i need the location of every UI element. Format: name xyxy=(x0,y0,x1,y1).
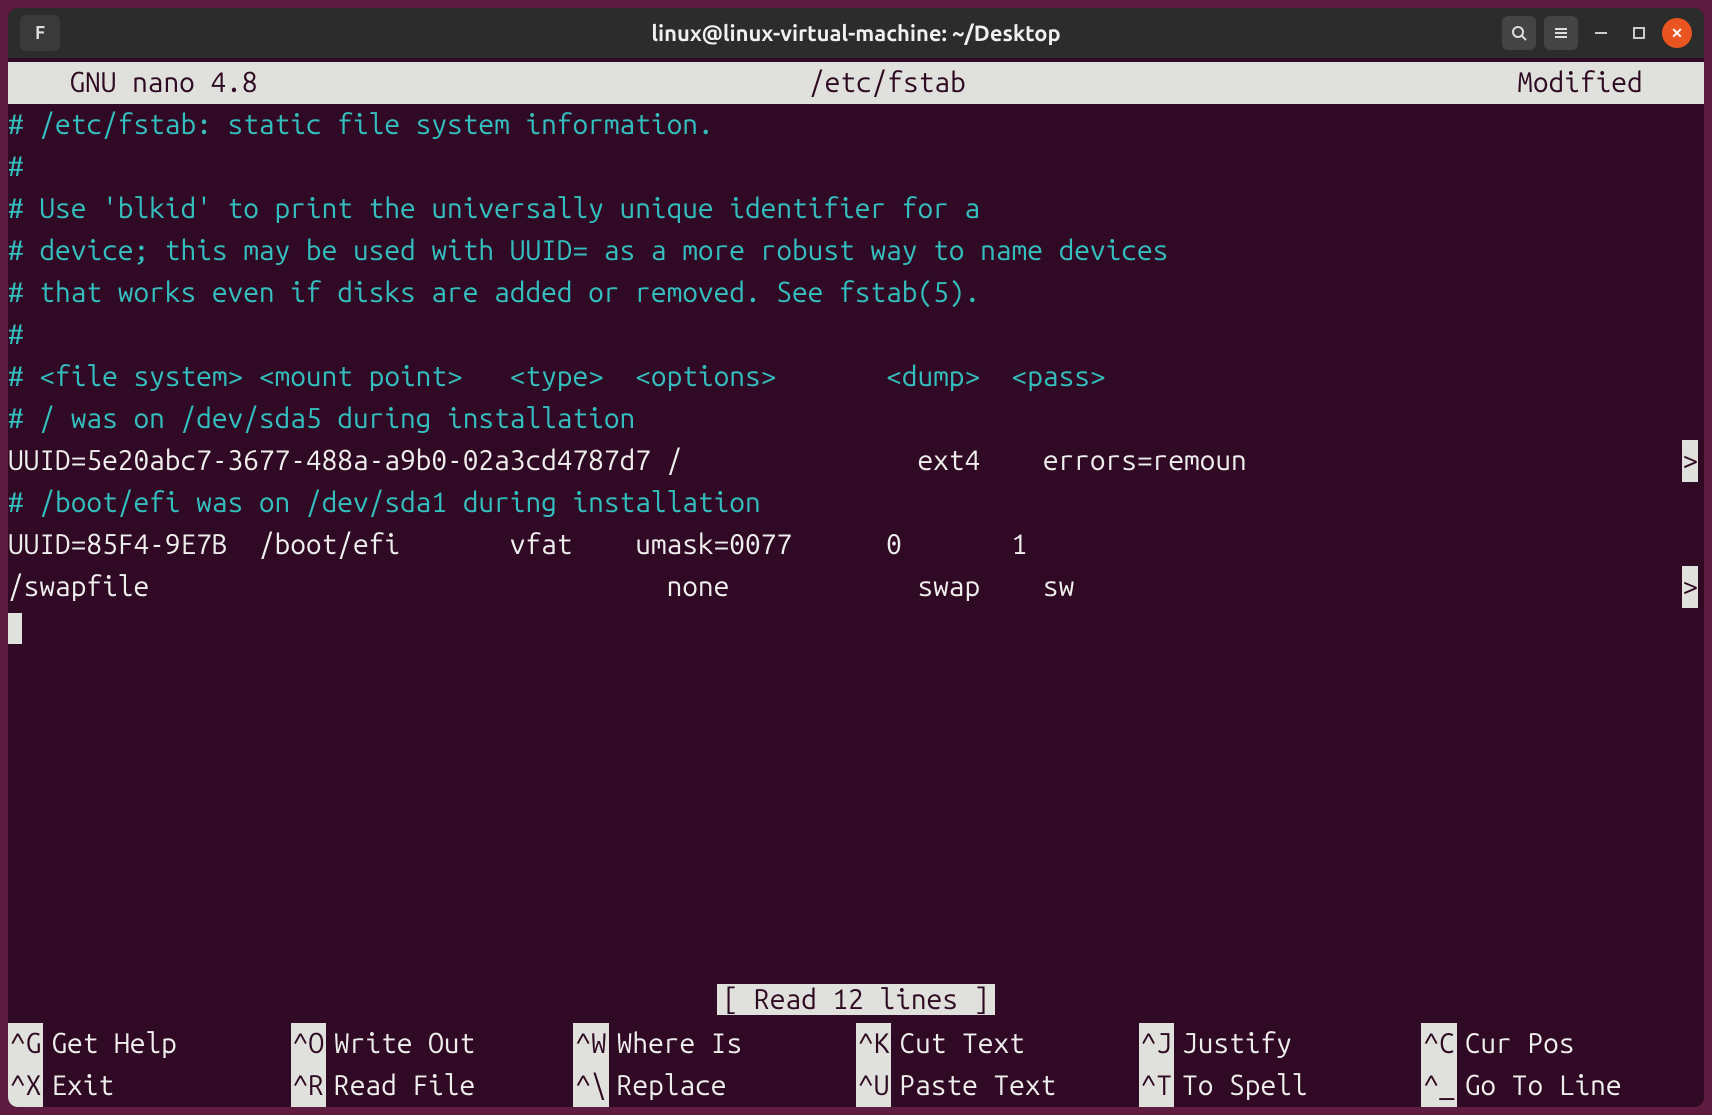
shortcut-item: ^WWhere Is xyxy=(573,1023,856,1065)
shortcut-item: ^KCut Text xyxy=(856,1023,1139,1065)
shortcut-item: ^OWrite Out xyxy=(291,1023,574,1065)
search-button[interactable] xyxy=(1502,16,1536,50)
shortcut-key: ^X xyxy=(8,1065,43,1107)
window-titlebar[interactable]: F linux@linux-virtual-machine: ~/Desktop xyxy=(8,8,1704,58)
menu-button[interactable] xyxy=(1544,16,1578,50)
nano-modified: Modified xyxy=(1517,62,1704,104)
terminal-viewport[interactable]: GNU nano 4.8 /etc/fstab Modified # /etc/… xyxy=(8,58,1704,1107)
terminal-app-icon[interactable]: F xyxy=(20,15,60,51)
shortcut-key: ^J xyxy=(1139,1023,1174,1065)
shortcut-label: Justify xyxy=(1174,1023,1292,1065)
editor-content[interactable]: # /etc/fstab: static file system informa… xyxy=(8,104,1704,650)
shortcut-item: ^XExit xyxy=(8,1065,291,1107)
editor-line: UUID=5e20abc7-3677-488a-a9b0-02a3cd4787d… xyxy=(8,440,1704,482)
shortcut-label: Write Out xyxy=(326,1023,475,1065)
nano-status-bar: [ Read 12 lines ] xyxy=(8,979,1704,1021)
nano-status-text: [ Read 12 lines ] xyxy=(717,984,996,1015)
shortcut-item: ^TTo Spell xyxy=(1139,1065,1422,1107)
shortcut-key: ^G xyxy=(8,1023,43,1065)
shortcut-label: Cut Text xyxy=(891,1023,1024,1065)
editor-line: # Use 'blkid' to print the universally u… xyxy=(8,188,1704,230)
shortcut-label: Exit xyxy=(43,1065,114,1107)
shortcut-item: ^GGet Help xyxy=(8,1023,291,1065)
shortcut-key: ^U xyxy=(856,1065,891,1107)
line-text: # Use 'blkid' to print the universally u… xyxy=(8,193,980,224)
line-text: # xyxy=(8,151,24,182)
text-cursor xyxy=(8,613,22,644)
shortcut-key: ^R xyxy=(291,1065,326,1107)
line-text: # xyxy=(8,319,24,350)
editor-line: /swapfile none swap sw > xyxy=(8,566,1704,608)
shortcuts-row-2: ^XExit^RRead File^\Replace^UPaste Text^T… xyxy=(8,1065,1704,1107)
editor-line: # xyxy=(8,146,1704,188)
hamburger-icon xyxy=(1553,25,1569,41)
editor-line: UUID=85F4-9E7B /boot/efi vfat umask=0077… xyxy=(8,524,1704,566)
shortcut-key: ^K xyxy=(856,1023,891,1065)
line-text: # that works even if disks are added or … xyxy=(8,277,980,308)
shortcut-item: ^_Go To Line xyxy=(1421,1065,1704,1107)
shortcut-label: Get Help xyxy=(43,1023,176,1065)
shortcut-label: Read File xyxy=(326,1065,475,1107)
minimize-button[interactable] xyxy=(1586,18,1616,48)
shortcut-label: Replace xyxy=(609,1065,727,1107)
line-text: # /boot/efi was on /dev/sda1 during inst… xyxy=(8,487,761,518)
line-text: # / was on /dev/sda5 during installation xyxy=(8,403,635,434)
nano-shortcuts: ^GGet Help^OWrite Out^WWhere Is^KCut Tex… xyxy=(8,1023,1704,1107)
line-text: UUID=85F4-9E7B /boot/efi vfat umask=0077… xyxy=(8,529,1027,560)
shortcut-key: ^C xyxy=(1421,1023,1456,1065)
line-text: /swapfile none swap sw xyxy=(8,571,1278,602)
app-icon-glyph: F xyxy=(35,23,45,43)
editor-line: # device; this may be used with UUID= as… xyxy=(8,230,1704,272)
nano-header-bar: GNU nano 4.8 /etc/fstab Modified xyxy=(8,62,1704,104)
editor-line: # that works even if disks are added or … xyxy=(8,272,1704,314)
line-text: UUID=5e20abc7-3677-488a-a9b0-02a3cd4787d… xyxy=(8,445,1247,476)
titlebar-right-controls xyxy=(1502,16,1704,50)
editor-line: # / was on /dev/sda5 during installation xyxy=(8,398,1704,440)
line-text: # <file system> <mount point> <type> <op… xyxy=(8,361,1106,392)
shortcut-item: ^RRead File xyxy=(291,1065,574,1107)
shortcut-item: ^\Replace xyxy=(573,1065,856,1107)
editor-line xyxy=(8,608,1704,650)
shortcut-key: ^\ xyxy=(573,1065,608,1107)
editor-line: # <file system> <mount point> <type> <op… xyxy=(8,356,1704,398)
shortcut-item: ^JJustify xyxy=(1139,1023,1422,1065)
terminal-window: F linux@linux-virtual-machine: ~/Desktop… xyxy=(8,8,1704,1107)
line-text: # /etc/fstab: static file system informa… xyxy=(8,109,714,140)
shortcut-key: ^O xyxy=(291,1023,326,1065)
close-button[interactable] xyxy=(1662,18,1692,48)
shortcut-label: Go To Line xyxy=(1457,1065,1622,1107)
window-title: linux@linux-virtual-machine: ~/Desktop xyxy=(8,21,1704,46)
line-text: # device; this may be used with UUID= as… xyxy=(8,235,1168,266)
shortcuts-row-1: ^GGet Help^OWrite Out^WWhere Is^KCut Tex… xyxy=(8,1023,1704,1065)
shortcut-key: ^T xyxy=(1139,1065,1174,1107)
editor-line: # /boot/efi was on /dev/sda1 during inst… xyxy=(8,482,1704,524)
shortcut-label: To Spell xyxy=(1174,1065,1307,1107)
shortcut-key: ^W xyxy=(573,1023,608,1065)
editor-line: # xyxy=(8,314,1704,356)
shortcut-label: Paste Text xyxy=(891,1065,1056,1107)
editor-line: # /etc/fstab: static file system informa… xyxy=(8,104,1704,146)
nano-version: GNU nano 4.8 xyxy=(8,62,258,104)
shortcut-key: ^_ xyxy=(1421,1065,1456,1107)
shortcut-label: Where Is xyxy=(609,1023,742,1065)
line-truncation-indicator: > xyxy=(1682,440,1698,482)
shortcut-label: Cur Pos xyxy=(1457,1023,1575,1065)
nano-filename: /etc/fstab xyxy=(258,62,1518,104)
shortcut-item: ^UPaste Text xyxy=(856,1065,1139,1107)
line-truncation-indicator: > xyxy=(1682,566,1698,608)
shortcut-item: ^CCur Pos xyxy=(1421,1023,1704,1065)
maximize-button[interactable] xyxy=(1624,18,1654,48)
search-icon xyxy=(1511,25,1527,41)
